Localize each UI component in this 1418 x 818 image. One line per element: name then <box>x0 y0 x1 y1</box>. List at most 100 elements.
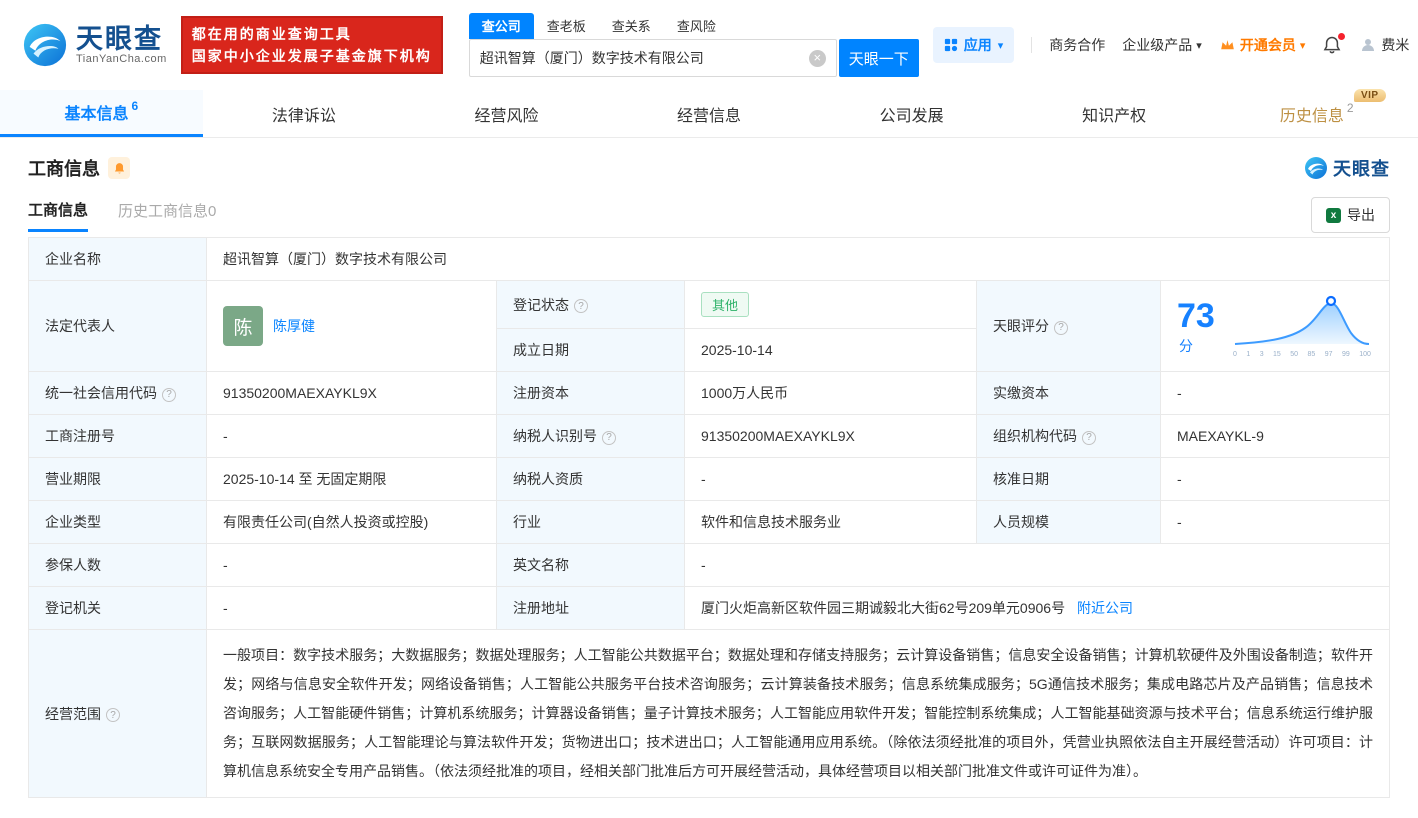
tab-label: 历史信息 <box>1279 107 1344 125</box>
field-label-reg-authority: 登记机关 <box>28 586 207 630</box>
establish-date-value: 2025-10-14 <box>684 328 977 372</box>
field-label-reg-capital: 注册资本 <box>496 371 685 415</box>
search-tab-company[interactable]: 查公司 <box>468 13 534 39</box>
subtab-history-business-info[interactable]: 历史工商信息0 <box>118 200 216 230</box>
english-name-value: - <box>684 543 1390 587</box>
help-icon[interactable]: ? <box>106 708 120 722</box>
field-label-establish-date: 成立日期 <box>496 328 685 372</box>
help-icon[interactable]: ? <box>574 299 588 313</box>
field-label-business-term: 营业期限 <box>28 457 207 501</box>
logo-domain: TianYanCha.com <box>76 53 167 65</box>
slogan-line-2: 国家中小企业发展子基金旗下机构 <box>191 48 432 64</box>
search-tab-risk[interactable]: 查风险 <box>664 13 729 39</box>
field-label-reg-status: 登记状态? <box>496 280 685 329</box>
table-row: 经营范围? 一般项目：数字技术服务；大数据服务；数据处理服务；人工智能公共数据平… <box>28 629 1390 798</box>
tab-operation-info[interactable]: 经营信息 <box>608 90 811 137</box>
search-input[interactable] <box>479 50 809 66</box>
divider <box>1031 37 1033 53</box>
tab-operation-risk[interactable]: 经营风险 <box>405 90 608 137</box>
enterprise-label: 企业级产品 <box>1122 37 1193 53</box>
chevron-down-icon: ▾ <box>1196 39 1202 52</box>
menu-cooperation[interactable]: 商务合作 <box>1049 35 1105 55</box>
reg-capital-value: 1000万人民币 <box>684 371 977 415</box>
tab-count: 6 <box>131 99 139 113</box>
notification-dot <box>1338 33 1346 40</box>
field-label-text: 统一社会信用代码 <box>45 385 157 401</box>
field-label-text: 天眼评分 <box>993 318 1049 334</box>
vip-label: 开通会员 <box>1239 37 1296 53</box>
table-row: 企业类型 有限责任公司(自然人投资或控股) 行业 软件和信息技术服务业 人员规模… <box>28 500 1390 544</box>
score-distribution-chart: 0 1 3 15 50 85 97 99 100 <box>1231 294 1373 358</box>
table-row: 参保人数 - 英文名称 - <box>28 543 1390 587</box>
table-row: 工商注册号 - 纳税人识别号? 91350200MAEXAYKL9X 组织机构代… <box>28 414 1390 458</box>
excel-icon: x <box>1326 207 1341 223</box>
apps-label: 应用 <box>963 37 992 53</box>
tab-label: 知识产权 <box>1082 107 1147 125</box>
main-content: 工商信息 天眼查 工商信息 历史工商信息0 x 导出 企业名称 超讯智算（厦门）… <box>0 155 1418 818</box>
field-label-insured-count: 参保人数 <box>28 543 207 587</box>
apps-grid-icon <box>944 38 957 52</box>
table-row: 营业期限 2025-10-14 至 无固定期限 纳税人资质 - 核准日期 - <box>28 457 1390 501</box>
logo-title: 天眼查 <box>76 24 163 54</box>
field-label-reg-number: 工商注册号 <box>28 414 207 458</box>
user-menu[interactable]: 费米 <box>1359 35 1409 55</box>
clear-search-icon[interactable]: × <box>808 49 826 67</box>
subscribe-bell-icon[interactable] <box>108 157 130 179</box>
help-icon[interactable]: ? <box>162 387 176 402</box>
score-cell: 73 分 0 1 3 15 50 85 97 99 100 <box>1160 280 1390 372</box>
field-label-score: 天眼评分? <box>976 280 1161 372</box>
field-label-legal-rep: 法定代表人 <box>28 280 207 372</box>
tab-intellectual-property[interactable]: 知识产权 <box>1013 90 1216 137</box>
field-label-reg-address: 注册地址 <box>496 586 685 630</box>
subtab-business-info[interactable]: 工商信息 <box>28 199 89 232</box>
tianyancha-watermark: 天眼查 <box>1304 155 1390 181</box>
help-icon[interactable]: ? <box>602 430 616 445</box>
field-label-taxpayer-quality: 纳税人资质 <box>496 457 685 501</box>
org-code-value: MAEXAYKL-9 <box>1160 414 1390 458</box>
company-name-value: 超讯智算（厦门）数字技术有限公司 <box>206 237 1390 281</box>
tianyancha-logo[interactable]: 天眼查 TianYanCha.com <box>22 22 167 68</box>
field-label-text: 组织机构代码 <box>993 428 1077 444</box>
reg-address-cell: 厦门火炬高新区软件园三期诚毅北大街62号209单元0906号 附近公司 <box>684 586 1390 630</box>
slogan-banner: 都在用的商业查询工具 国家中小企业发展子基金旗下机构 <box>180 16 443 74</box>
search-button[interactable]: 天眼一下 <box>838 39 919 77</box>
export-button[interactable]: x 导出 <box>1311 197 1390 233</box>
nearby-companies-link[interactable]: 附近公司 <box>1077 600 1133 616</box>
tab-legal-litigation[interactable]: 法律诉讼 <box>203 90 406 137</box>
help-icon[interactable]: ? <box>1082 430 1096 445</box>
table-row: 企业名称 超讯智算（厦门）数字技术有限公司 <box>28 237 1390 281</box>
business-info-table: 企业名称 超讯智算（厦门）数字技术有限公司 法定代表人 陈 陈厚健 登记状态? … <box>28 237 1390 798</box>
tab-label: 公司发展 <box>879 107 944 125</box>
search-tab-relation[interactable]: 查关系 <box>599 13 664 39</box>
search-tabs: 查公司 查老板 查关系 查风险 <box>468 13 919 39</box>
legal-rep-avatar[interactable]: 陈 <box>223 306 263 346</box>
score-value: 73 <box>1177 296 1215 335</box>
subtab-label: 历史工商信息 <box>118 203 209 220</box>
table-row: 登记机关 - 注册地址 厦门火炬高新区软件园三期诚毅北大街62号209单元090… <box>28 586 1390 630</box>
menu-vip[interactable]: 开通会员 ▾ <box>1219 35 1305 55</box>
search-box[interactable]: × <box>468 39 837 77</box>
tab-history-info[interactable]: 历史信息 2 VIP <box>1215 88 1418 137</box>
approval-date-value: - <box>1160 457 1390 501</box>
menu-enterprise[interactable]: 企业级产品 ▾ <box>1122 35 1202 55</box>
score-unit: 分 <box>1179 337 1193 354</box>
field-label-staff-size: 人员规模 <box>976 500 1161 544</box>
export-label: 导出 <box>1347 207 1375 223</box>
help-icon[interactable]: ? <box>1054 320 1068 335</box>
tab-label: 法律诉讼 <box>271 107 336 125</box>
tab-label: 基本信息 <box>64 106 129 123</box>
table-row: 统一社会信用代码? 91350200MAEXAYKL9X 注册资本 1000万人… <box>28 371 1390 415</box>
field-label-text: 经营范围 <box>45 705 101 722</box>
notification-bell-icon[interactable] <box>1322 33 1346 55</box>
tab-basic-info[interactable]: 基本信息 6 <box>0 90 203 137</box>
user-avatar-icon <box>1362 39 1375 51</box>
tab-company-development[interactable]: 公司发展 <box>810 90 1013 137</box>
search-tab-boss[interactable]: 查老板 <box>534 13 599 39</box>
apps-menu-button[interactable]: 应用 ▾ <box>932 27 1015 63</box>
field-label-company-type: 企业类型 <box>28 500 207 544</box>
tab-label: 经营风险 <box>474 107 539 125</box>
tab-count: 2 <box>1346 100 1354 115</box>
legal-rep-link[interactable]: 陈厚健 <box>273 316 315 336</box>
paid-capital-value: - <box>1160 371 1390 415</box>
staff-size-value: - <box>1160 500 1390 544</box>
